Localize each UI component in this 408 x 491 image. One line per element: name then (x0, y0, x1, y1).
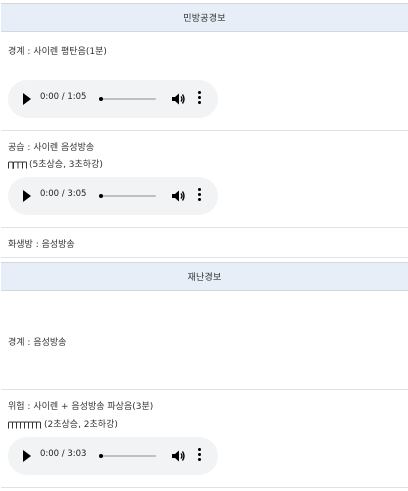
civil-airraid-pattern: (5초상승, 3초하강) (29, 160, 103, 170)
siren-wave-icon (8, 161, 27, 169)
play-icon[interactable] (23, 190, 31, 202)
civil-airraid-label: 공습 : 사이렌 음성방송 (8, 143, 95, 153)
civil-airraid-row: 공습 : 사이렌 음성방송 (5초상승, 3초하강) 0:00 / 3:05 (1, 131, 408, 228)
disaster-header: 재난경보 (1, 262, 408, 291)
audio-time: 0:00 / 3:05 (40, 189, 87, 199)
more-vert-icon[interactable] (198, 188, 202, 203)
disaster-alert-label: 경계 : 음성방송 (8, 338, 67, 348)
volume-icon[interactable] (171, 449, 185, 463)
disaster-danger-label: 위험 : 사이렌 + 음성방송 파상음(3분) (8, 402, 154, 412)
disaster-alert-row: 경계 : 음성방송 (1, 291, 408, 390)
audio-time: 0:00 / 3:03 (40, 449, 87, 459)
volume-icon[interactable] (171, 189, 185, 203)
civil-defense-title: 민방공경보 (183, 14, 226, 24)
disaster-title: 재난경보 (187, 273, 222, 283)
progress-knob[interactable] (99, 97, 103, 101)
civil-alert-audio-player[interactable]: 0:00 / 1:05 (8, 80, 218, 118)
disaster-danger-pattern: (2초상승, 2초하강) (44, 420, 118, 430)
civil-alert-label: 경계 : 사이렌 평탄음(1분) (8, 47, 107, 57)
disaster-danger-pattern-line: (2초상승, 2초하강) (8, 417, 118, 430)
siren-wave-icon (8, 421, 41, 428)
civil-airraid-audio-player[interactable]: 0:00 / 3:05 (8, 177, 218, 215)
civil-alert-row: 경계 : 사이렌 평탄음(1분) 0:00 / 1:05 (1, 32, 408, 131)
disaster-danger-audio-player[interactable]: 0:00 / 3:03 (8, 437, 218, 475)
civil-cbr-label: 화생방 : 음성방송 (8, 240, 75, 250)
audio-time: 0:00 / 1:05 (40, 92, 87, 102)
civil-cbr-row: 화생방 : 음성방송 (1, 228, 408, 258)
civil-airraid-pattern-line: (5초상승, 3초하강) (8, 157, 103, 170)
play-icon[interactable] (23, 93, 31, 105)
play-icon[interactable] (23, 450, 31, 462)
audio-progress-slider[interactable] (99, 97, 156, 101)
audio-progress-slider[interactable] (99, 194, 156, 198)
more-vert-icon[interactable] (198, 91, 202, 106)
volume-icon[interactable] (171, 92, 185, 106)
audio-progress-slider[interactable] (99, 454, 156, 458)
progress-knob[interactable] (99, 194, 103, 198)
more-vert-icon[interactable] (198, 448, 202, 463)
disaster-danger-row: 위험 : 사이렌 + 음성방송 파상음(3분) (2초상승, 2초하강) 0:0… (1, 390, 408, 488)
progress-knob[interactable] (99, 454, 103, 458)
civil-defense-header: 민방공경보 (1, 3, 408, 32)
alarm-sound-page: 민방공경보 경계 : 사이렌 평탄음(1분) 0:00 / 1:05 공습 : … (0, 0, 408, 491)
